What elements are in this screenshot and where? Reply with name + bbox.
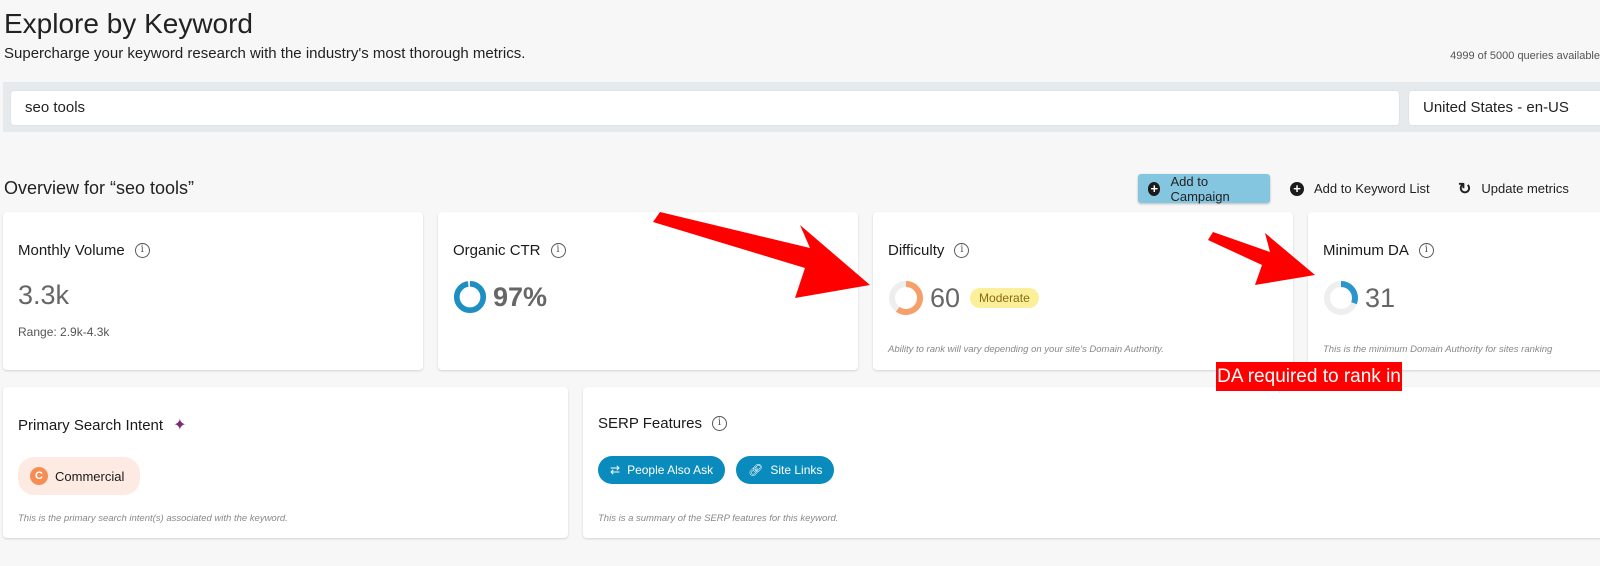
red-arrow <box>1208 232 1315 285</box>
annotation-arrows <box>653 212 1315 298</box>
red-arrow <box>653 212 870 298</box>
annotation-label: DA required to rank in top 10! <box>1216 362 1402 416</box>
